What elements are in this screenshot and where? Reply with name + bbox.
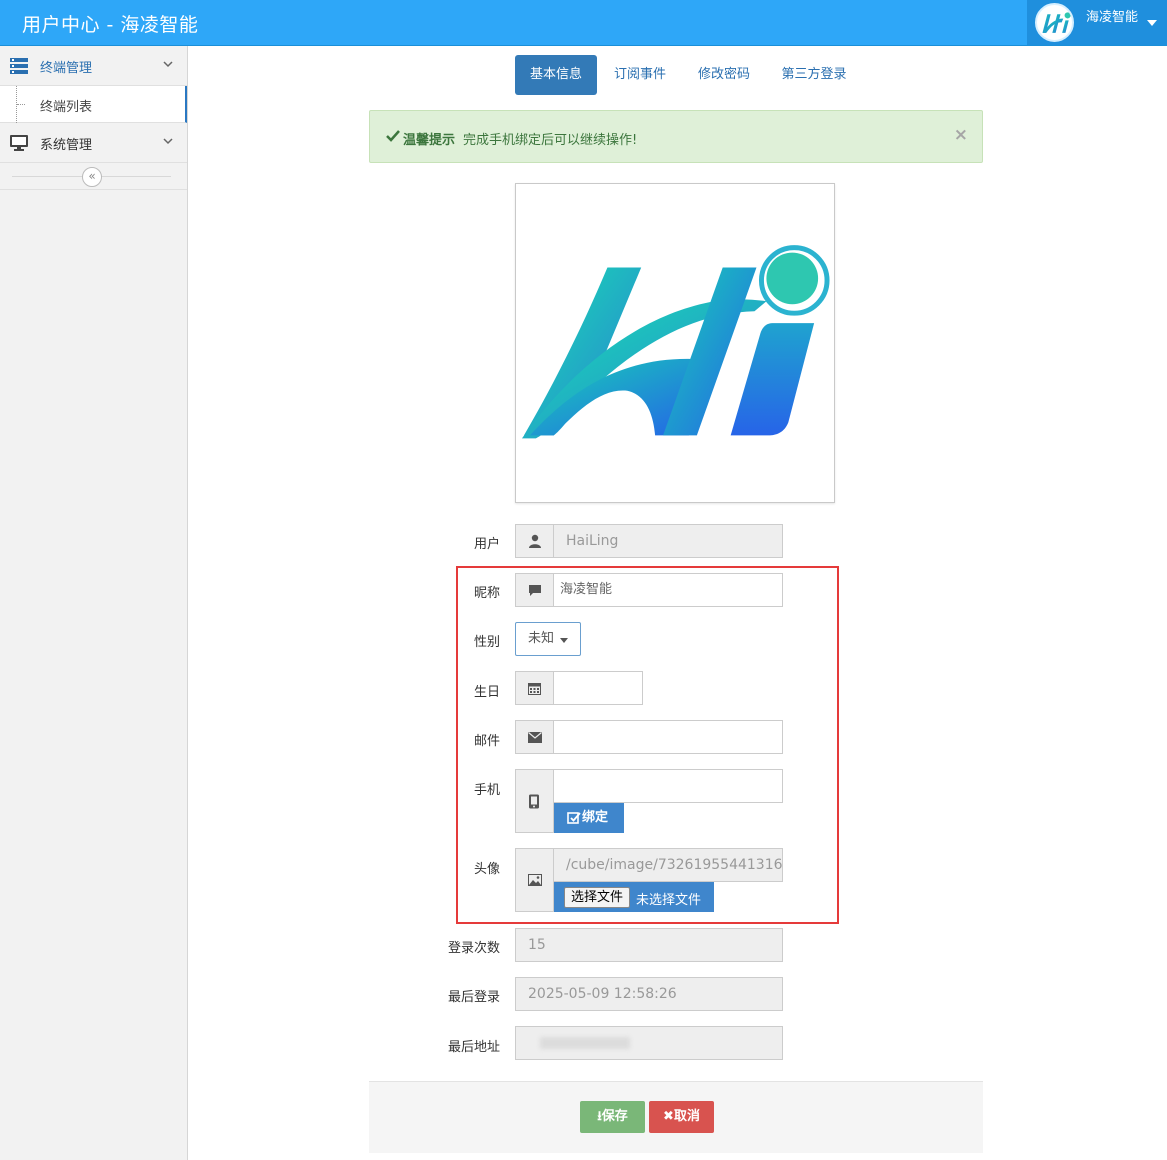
user-icon [529,534,541,548]
sidebar-group-label: 系统管理 [40,138,93,153]
close-icon: ✖ [663,1109,674,1124]
sidebar-group-system[interactable]: 系统管理 [0,123,187,163]
user-input: HaiLing [553,524,783,558]
login-count-label: 登录次数 [447,941,500,956]
hi-logo-icon [1035,3,1074,42]
alert-tip: 温馨提示 完成手机绑定后可以继续操作! × [369,110,983,163]
alert-text: 完成手机绑定后可以继续操作! [463,133,638,148]
monitor-icon [10,135,28,151]
last-address-label: 最后地址 [447,1040,500,1055]
collapse-sidebar-button[interactable]: « [82,167,102,187]
hi-logo-icon [521,245,830,439]
sidebar-collapse-row: « [0,163,187,190]
server-icon [10,58,28,74]
sidebar-item-label: 终端列表 [40,100,93,115]
username: 海凌智能 [1086,10,1139,25]
sidebar-item-terminal-list[interactable]: 终端列表 [0,86,187,123]
chevron-down-icon[interactable] [163,59,173,69]
app-header: 用户中心 - 海凌智能 海凌智能 [0,0,1167,46]
chevron-down-icon[interactable] [163,136,173,146]
avatar-preview [515,183,835,503]
save-button[interactable]: ⭳保存 [580,1101,645,1133]
tab-subscribe-events[interactable]: 订阅事件 [603,55,677,95]
form-footer: ⭳保存 ✖取消 [369,1081,983,1153]
last-login-label: 最后登录 [447,990,500,1005]
sidebar: 终端管理 终端列表 系统管理 « [0,46,188,1160]
cancel-button[interactable]: ✖取消 [649,1101,714,1133]
highlight-box [456,566,839,924]
blurred-address [540,1037,630,1049]
tab-third-party-login[interactable]: 第三方登录 [771,55,857,95]
alert-title: 温馨提示 [403,133,456,148]
sidebar-group-terminal[interactable]: 终端管理 [0,46,187,86]
close-icon[interactable]: × [954,125,968,145]
last-login-input: 2025-05-09 12:58:26 [515,977,783,1011]
user-addon [515,524,554,558]
login-count-input: 15 [515,928,783,962]
tab-basic-info[interactable]: 基本信息 [515,55,597,95]
user-label: 用户 [473,537,500,552]
app-title: 用户中心 - 海凌智能 [22,14,199,36]
tab-change-password[interactable]: 修改密码 [687,55,761,95]
check-icon [386,130,400,142]
sidebar-group-label: 终端管理 [40,61,93,76]
caret-down-icon[interactable] [1147,20,1157,26]
user-menu[interactable]: 海凌智能 [1027,0,1167,45]
